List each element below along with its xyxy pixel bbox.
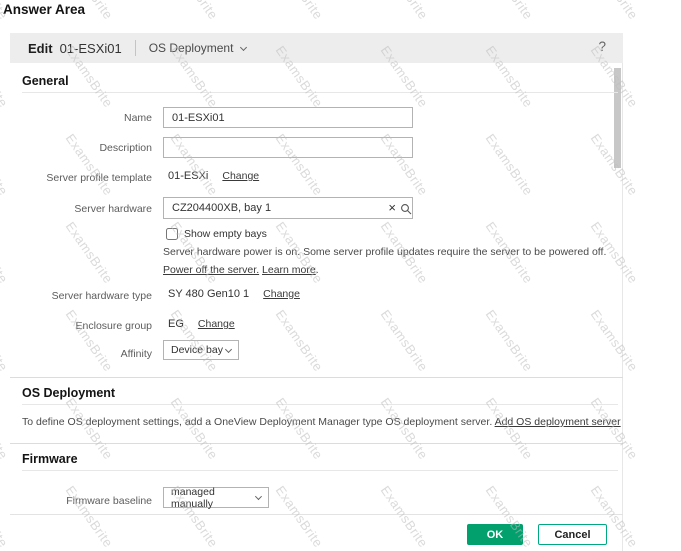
os-deployment-description: To define OS deployment settings, add a … xyxy=(22,416,621,428)
section-dropdown-label: OS Deployment xyxy=(149,41,234,55)
learn-more-link[interactable]: Learn more xyxy=(262,264,316,276)
hardware-type-change-link[interactable]: Change xyxy=(263,288,300,300)
enclosure-group-row: EG Change xyxy=(168,318,235,330)
server-hardware-input[interactable] xyxy=(163,197,413,219)
name-label: Name xyxy=(22,112,152,124)
watermark-text: ExamsBrite xyxy=(483,131,536,198)
footer-separator xyxy=(10,514,623,515)
watermark-text: ExamsBrite xyxy=(378,483,431,550)
server-profile-template-row: 01-ESXi Change xyxy=(168,170,259,182)
show-empty-bays-checkbox[interactable] xyxy=(166,228,178,240)
watermark-text: ExamsBrite xyxy=(0,131,11,198)
firmware-baseline-label: Firmware baseline xyxy=(22,495,152,507)
watermark-text: ExamsBrite xyxy=(0,219,11,286)
chevron-down-icon xyxy=(225,345,232,352)
firmware-section-rule xyxy=(22,470,618,471)
watermark-text: ExamsBrite xyxy=(168,395,221,462)
watermark-text: ExamsBrite xyxy=(483,307,536,374)
chevron-down-icon xyxy=(240,43,247,50)
edit-profile-header: Edit 01-ESXi01 OS Deployment ? xyxy=(10,33,623,63)
watermark-text: ExamsBrite xyxy=(0,307,11,374)
name-input[interactable] xyxy=(163,107,413,128)
enclosure-group-change-link[interactable]: Change xyxy=(198,318,235,330)
enclosure-group-label: Enclosure group xyxy=(22,320,152,332)
os-deployment-separator xyxy=(10,377,623,378)
watermark-text: ExamsBrite xyxy=(0,395,11,462)
description-input[interactable] xyxy=(163,137,413,158)
clear-icon[interactable]: × xyxy=(388,198,396,218)
server-hardware-type-value: SY 480 Gen10 1 xyxy=(168,288,249,300)
section-dropdown[interactable]: OS Deployment xyxy=(149,41,247,55)
screenshot-root: Answer Area Edit 01-ESXi01 OS Deployment… xyxy=(0,0,681,551)
power-notice: Server hardware power is on. Some server… xyxy=(163,243,621,279)
cancel-button[interactable]: Cancel xyxy=(538,524,607,545)
os-deployment-section-rule xyxy=(22,404,618,405)
watermark-text: ExamsBrite xyxy=(63,219,116,286)
general-section-title: General xyxy=(22,74,69,88)
edit-action-label: Edit xyxy=(28,41,53,56)
watermark-text: ExamsBrite xyxy=(588,307,641,374)
affinity-value: Device bay xyxy=(171,344,223,356)
template-change-link[interactable]: Change xyxy=(222,170,259,182)
firmware-baseline-select[interactable]: managed manually xyxy=(163,487,269,508)
watermark-text: ExamsBrite xyxy=(378,395,431,462)
general-section-rule xyxy=(22,92,618,93)
os-deployment-section-title: OS Deployment xyxy=(22,386,115,400)
watermark-text: ExamsBrite xyxy=(168,0,221,22)
watermark-text: ExamsBrite xyxy=(0,483,11,550)
scrollbar-thumb[interactable] xyxy=(614,68,621,168)
show-empty-bays-label: Show empty bays xyxy=(184,228,267,240)
learn-more-period: . xyxy=(316,264,319,276)
page-title: Answer Area xyxy=(3,2,85,17)
watermark-text: ExamsBrite xyxy=(273,395,326,462)
watermark-text: ExamsBrite xyxy=(378,307,431,374)
add-os-deployment-server-link[interactable]: Add OS deployment server xyxy=(495,416,621,428)
firmware-baseline-value: managed manually xyxy=(171,486,256,510)
server-profile-template-value: 01-ESXi xyxy=(168,170,208,182)
watermark-text: ExamsBrite xyxy=(63,483,116,550)
affinity-label: Affinity xyxy=(22,348,152,360)
server-hardware-type-label: Server hardware type xyxy=(22,290,152,302)
server-profile-template-label: Server profile template xyxy=(22,172,152,184)
os-deployment-description-text: To define OS deployment settings, add a … xyxy=(22,416,492,428)
power-notice-text: Server hardware power is on. Some server… xyxy=(163,246,606,258)
enclosure-group-value: EG xyxy=(168,318,184,330)
watermark-text: ExamsBrite xyxy=(588,0,641,22)
firmware-section-title: Firmware xyxy=(22,452,78,466)
watermark-text: ExamsBrite xyxy=(483,0,536,22)
server-hardware-label: Server hardware xyxy=(22,203,152,215)
watermark-text: ExamsBrite xyxy=(273,0,326,22)
card-right-border xyxy=(622,63,623,551)
watermark-text: ExamsBrite xyxy=(273,483,326,550)
server-hardware-type-row: SY 480 Gen10 1 Change xyxy=(168,288,300,300)
affinity-select[interactable]: Device bay xyxy=(163,340,239,360)
ok-button[interactable]: OK xyxy=(467,524,523,545)
server-hardware-field: × xyxy=(163,197,413,219)
help-icon[interactable]: ? xyxy=(598,39,606,54)
watermark-text: ExamsBrite xyxy=(63,307,116,374)
watermark-text: ExamsBrite xyxy=(273,307,326,374)
watermark-text: ExamsBrite xyxy=(378,0,431,22)
profile-name: 01-ESXi01 xyxy=(60,41,122,56)
header-divider xyxy=(135,40,136,56)
description-label: Description xyxy=(22,142,152,154)
watermark-text: ExamsBrite xyxy=(588,395,641,462)
search-icon[interactable] xyxy=(400,202,412,220)
firmware-separator xyxy=(10,443,623,444)
power-off-link[interactable]: Power off the server. xyxy=(163,264,259,276)
watermark-text: ExamsBrite xyxy=(483,395,536,462)
